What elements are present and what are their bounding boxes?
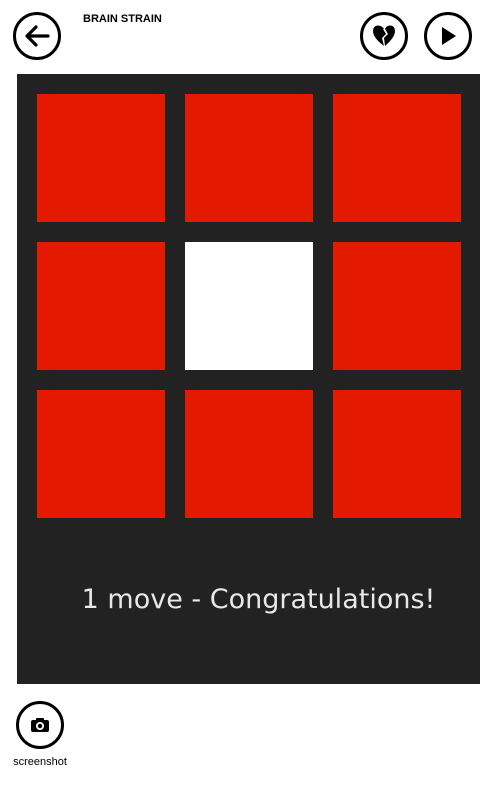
app-title: BRAIN STRAIN [83,13,162,25]
tile-r3-c2[interactable] [185,390,313,518]
play-button[interactable] [424,12,472,60]
screenshot-button[interactable] [16,701,64,749]
tile-r1-c2[interactable] [185,94,313,222]
tile-r1-c1[interactable] [37,94,165,222]
tile-r2-c1[interactable] [37,242,165,370]
broken-heart-icon [371,24,397,48]
tile-r2-c2[interactable] [185,242,313,370]
game-board: 1 move - Congratulations! [17,74,480,684]
tile-r3-c1[interactable] [37,390,165,518]
status-message: 1 move - Congratulations! [81,584,436,615]
tile-r1-c3[interactable] [333,94,461,222]
broken-heart-button[interactable] [360,12,408,60]
back-arrow-icon [24,25,50,47]
screenshot-label: screenshot [13,756,67,768]
play-icon [438,25,458,47]
camera-icon [30,717,50,733]
back-button[interactable] [13,12,61,60]
tile-r2-c3[interactable] [333,242,461,370]
tile-r3-c3[interactable] [333,390,461,518]
